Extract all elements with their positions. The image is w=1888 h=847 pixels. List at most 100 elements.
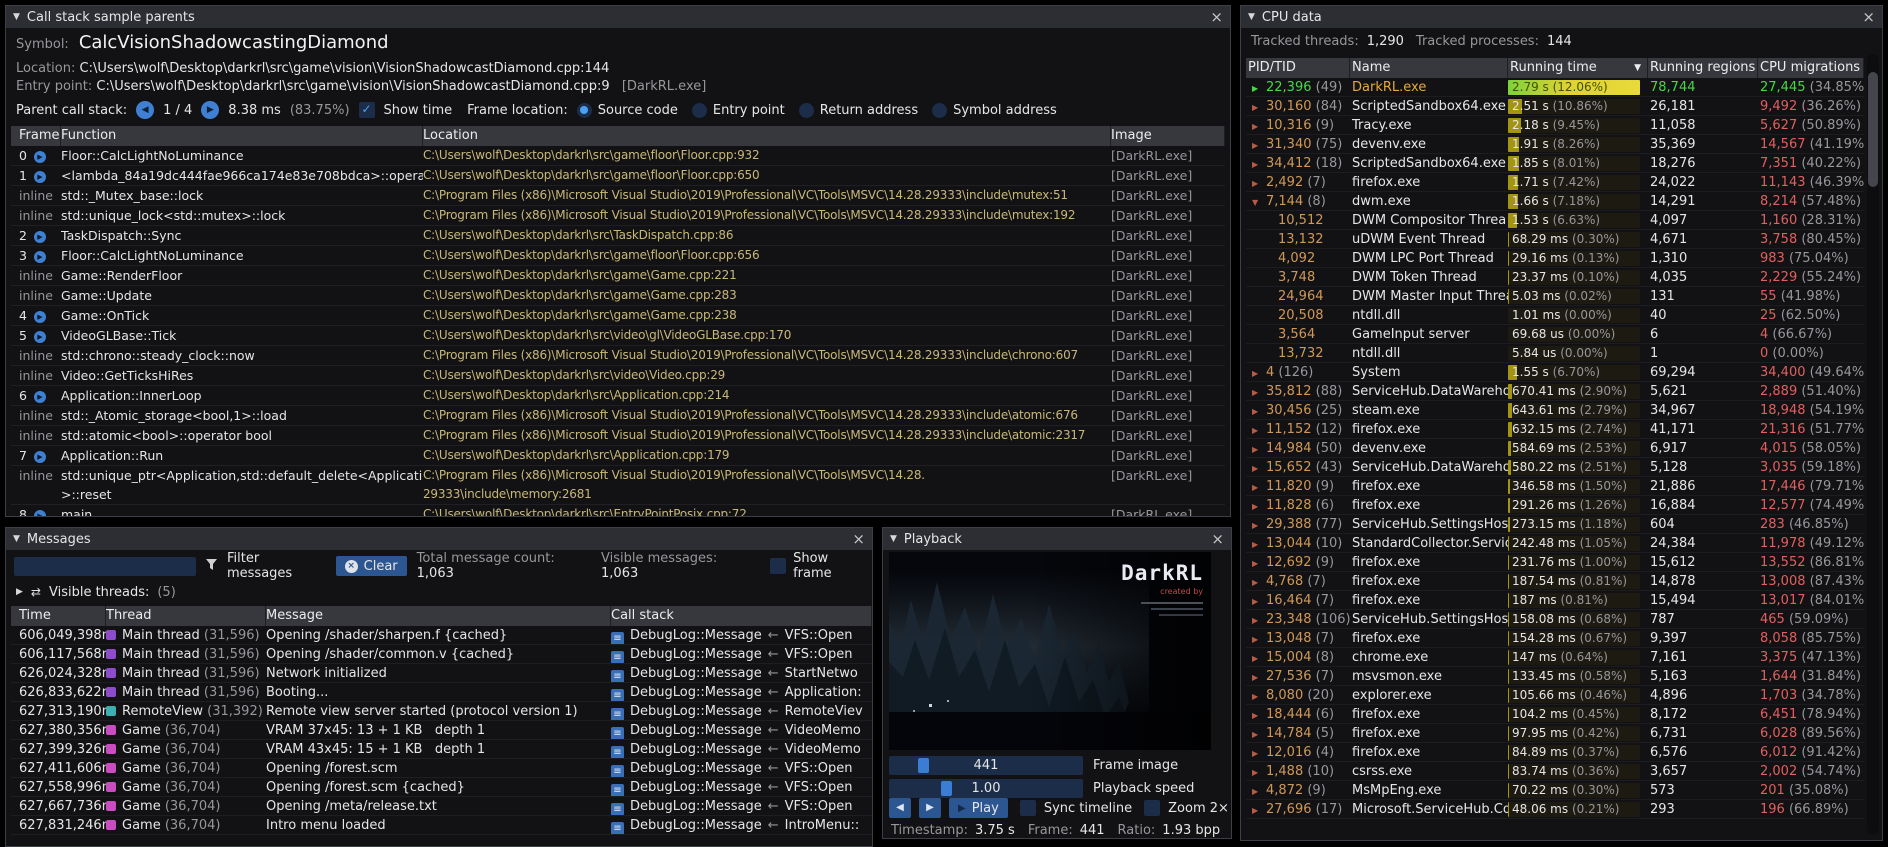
expand-arrow-icon[interactable]: ▶	[1252, 592, 1266, 609]
radio-circle-icon[interactable]	[799, 103, 814, 118]
cpu-row[interactable]: ▶15,652 (43)ServiceHub.DataWarehou580.22…	[1246, 458, 1864, 477]
callstack-row[interactable]: 0▶Floor::CalcLightNoLuminanceC:\Users\wo…	[11, 146, 1225, 166]
expand-arrow-icon[interactable]: ▶	[1252, 117, 1266, 134]
cpu-row[interactable]: 3,564GameInput server69.68 us (0.00%)64 …	[1246, 325, 1864, 344]
sync-timeline-checkbox[interactable]	[1020, 800, 1036, 816]
cpu-scrollbar-thumb[interactable]	[1868, 72, 1878, 187]
radio-circle-icon[interactable]	[692, 103, 707, 118]
callstack-row[interactable]: 2▶TaskDispatch::SyncC:\Users\wolf\Deskto…	[11, 226, 1225, 246]
expand-arrow-icon[interactable]: ▶	[1252, 649, 1266, 666]
cpu-row[interactable]: ▶2,492 (7)firefox.exe1.71 s (7.42%)24,02…	[1246, 173, 1864, 192]
cpu-row[interactable]: ▶11,152 (12)firefox.exe632.15 ms (2.74%)…	[1246, 420, 1864, 439]
column-header-running-time[interactable]: Running time ▼	[1508, 58, 1648, 78]
expand-arrow-icon[interactable]: ▶	[1252, 763, 1266, 780]
cpu-row[interactable]: ▶8,080 (20)explorer.exe105.66 ms (0.46%)…	[1246, 686, 1864, 705]
callstack-row[interactable]: 8▶mainC:\Users\wolf\Desktop\darkrl\src\E…	[11, 505, 1225, 516]
cpu-row[interactable]: 13,732ntdll.dll5.84 us (0.00%)10 (0.00%)	[1246, 344, 1864, 363]
message-callstack[interactable]: ≡DebugLog::Message←StartNetwo	[611, 664, 872, 682]
frame-jump-icon[interactable]: ▶	[34, 171, 46, 183]
playback-speed-slider[interactable]: 1.00	[889, 779, 1083, 798]
expand-arrow-icon[interactable]: ▶	[1252, 79, 1266, 96]
cpu-row[interactable]: 4,092DWM LPC Port Thread29.16 ms (0.13%)…	[1246, 249, 1864, 268]
radio-symbol-address[interactable]: Symbol address	[932, 103, 1057, 118]
frame-jump-icon[interactable]: ▶	[34, 510, 46, 516]
column-header-cpu-migrations[interactable]: CPU migrations	[1758, 58, 1864, 78]
cpu-row[interactable]: ▶30,160 (84)ScriptedSandbox64.exe2.51 s …	[1246, 97, 1864, 116]
callstack-icon[interactable]: ≡	[611, 632, 624, 644]
callstack-row[interactable]: inlinestd::chrono::steady_clock::nowC:\P…	[11, 346, 1225, 366]
cpu-row[interactable]: 3,748DWM Token Thread23.37 ms (0.10%)4,0…	[1246, 268, 1864, 287]
expand-arrow-icon[interactable]: ▶	[1252, 136, 1266, 153]
cpu-row[interactable]: 13,132uDWM Event Thread68.29 ms (0.30%)4…	[1246, 230, 1864, 249]
next-callstack-button[interactable]: ▶	[201, 101, 219, 119]
expand-arrow-icon[interactable]: ▶	[1252, 402, 1266, 419]
message-row[interactable]: 626,024,328nsMain thread (31,596)Network…	[11, 664, 872, 683]
filter-input[interactable]	[14, 557, 196, 576]
message-callstack[interactable]: ≡DebugLog::Message←Application:	[611, 683, 872, 701]
expand-arrow-icon[interactable]: ▶	[1252, 668, 1266, 685]
callstack-icon[interactable]: ≡	[611, 822, 624, 834]
expand-arrow-icon[interactable]: ▶	[1252, 155, 1266, 172]
message-callstack[interactable]: ≡DebugLog::Message←VFS::Open	[611, 626, 872, 644]
cpu-row[interactable]: ▶31,340 (75)devenv.exe1.91 s (8.26%)35,3…	[1246, 135, 1864, 154]
callstack-row[interactable]: inlineGame::UpdateC:\Users\wolf\Desktop\…	[11, 286, 1225, 306]
frame-image-slider[interactable]: 441	[889, 756, 1083, 775]
clear-button[interactable]: × Clear	[336, 556, 407, 576]
cpu-row[interactable]: ▶23,348 (106)ServiceHub.SettingsHost158.…	[1246, 610, 1864, 629]
callstack-row[interactable]: inlinestd::_Mutex_base::lockC:\Program F…	[11, 186, 1225, 206]
message-callstack[interactable]: ≡DebugLog::Message←VideoMemo	[611, 721, 872, 739]
callstack-row[interactable]: 7▶Application::RunC:\Users\wolf\Desktop\…	[11, 446, 1225, 466]
cpu-row[interactable]: ▶15,004 (8)chrome.exe147 ms (0.64%)7,161…	[1246, 648, 1864, 667]
cpu-row[interactable]: ▶12,016 (4)firefox.exe84.89 ms (0.37%)6,…	[1246, 743, 1864, 762]
cpu-row[interactable]: 20,508ntdll.dll1.01 ms (0.00%)4025 (62.5…	[1246, 306, 1864, 325]
expand-arrow-icon[interactable]: ▶	[16, 587, 23, 597]
radio-circle-icon[interactable]	[932, 103, 947, 118]
frame-jump-icon[interactable]: ▶	[34, 331, 46, 343]
callstack-icon[interactable]: ≡	[611, 727, 624, 739]
message-row[interactable]: 606,117,568nsMain thread (31,596)Opening…	[11, 645, 872, 664]
collapse-arrow-icon[interactable]: ▼	[13, 12, 20, 22]
radio-source-code[interactable]: Source code	[577, 103, 678, 118]
callstack-titlebar[interactable]: ▼ Call stack sample parents ×	[6, 6, 1230, 28]
expand-arrow-icon[interactable]: ▶	[1252, 801, 1266, 818]
message-callstack[interactable]: ≡DebugLog::Message←VFS::Open	[611, 778, 872, 796]
expand-arrow-icon[interactable]: ▶	[1252, 611, 1266, 628]
frame-jump-icon[interactable]: ▶	[34, 151, 46, 163]
cpu-row[interactable]: ▶11,820 (9)firefox.exe346.58 ms (1.50%)2…	[1246, 477, 1864, 496]
expand-arrow-icon[interactable]: ▶	[1252, 706, 1266, 723]
prev-frame-button[interactable]: ◀	[889, 798, 911, 818]
radio-circle-icon[interactable]	[577, 103, 592, 118]
close-icon[interactable]: ×	[1210, 10, 1223, 25]
message-callstack[interactable]: ≡DebugLog::Message←VFS::Open	[611, 759, 872, 777]
callstack-icon[interactable]: ≡	[611, 651, 624, 663]
expand-arrow-icon[interactable]: ▶	[1252, 725, 1266, 742]
cpu-row[interactable]: ▶1,488 (10)csrss.exe83.74 ms (0.36%)3,65…	[1246, 762, 1864, 781]
expand-arrow-icon[interactable]: ▶	[1252, 687, 1266, 704]
callstack-icon[interactable]: ≡	[611, 708, 624, 720]
cpu-row[interactable]: 10,512DWM Compositor Threa1.53 s (6.63%)…	[1246, 211, 1864, 230]
messages-titlebar[interactable]: ▼ Messages ×	[6, 528, 872, 550]
cpu-row[interactable]: ▶14,984 (50)devenv.exe584.69 ms (2.53%)6…	[1246, 439, 1864, 458]
expand-arrow-icon[interactable]: ▶	[1252, 459, 1266, 476]
collapse-arrow-icon[interactable]: ▼	[13, 534, 20, 544]
cpu-row[interactable]: ▶22,396 (49)DarkRL.exe2.79 s (12.06%)78,…	[1246, 78, 1864, 97]
column-header-name[interactable]: Name	[1350, 58, 1508, 78]
show-frame-checkbox[interactable]	[770, 558, 786, 574]
message-row[interactable]: 627,411,606nsGame (36,704)Opening /fores…	[11, 759, 872, 778]
expand-arrow-icon[interactable]: ▶	[1252, 630, 1266, 647]
expand-arrow-icon[interactable]: ▶	[1252, 497, 1266, 514]
cpu-row[interactable]: ▶11,828 (6)firefox.exe291.26 ms (1.26%)1…	[1246, 496, 1864, 515]
cpu-row[interactable]: ▶4,872 (9)MsMpEng.exe70.22 ms (0.30%)573…	[1246, 781, 1864, 800]
message-row[interactable]: 606,049,398nsMain thread (31,596)Opening…	[11, 626, 872, 645]
cpu-row[interactable]: ▶4 (126)System1.55 s (6.70%)69,29434,400…	[1246, 363, 1864, 382]
expand-arrow-icon[interactable]: ▶	[1252, 782, 1266, 799]
collapse-arrow-icon[interactable]: ▼	[890, 534, 897, 544]
cpu-row[interactable]: ▶12,692 (9)firefox.exe231.76 ms (1.00%)1…	[1246, 553, 1864, 572]
message-callstack[interactable]: ≡DebugLog::Message←IntroMenu::	[611, 816, 872, 834]
column-header-pid-tid[interactable]: PID/TID	[1246, 58, 1350, 78]
callstack-row[interactable]: inlineVideo::GetTicksHiResC:\Users\wolf\…	[11, 366, 1225, 386]
message-callstack[interactable]: ≡DebugLog::Message←VFS::Open	[611, 645, 872, 663]
cpu-titlebar[interactable]: ▼ CPU data ×	[1241, 6, 1882, 28]
cpu-row[interactable]: ▶35,812 (88)ServiceHub.DataWarehou670.41…	[1246, 382, 1864, 401]
message-callstack[interactable]: ≡DebugLog::Message←VideoMemo	[611, 740, 872, 758]
